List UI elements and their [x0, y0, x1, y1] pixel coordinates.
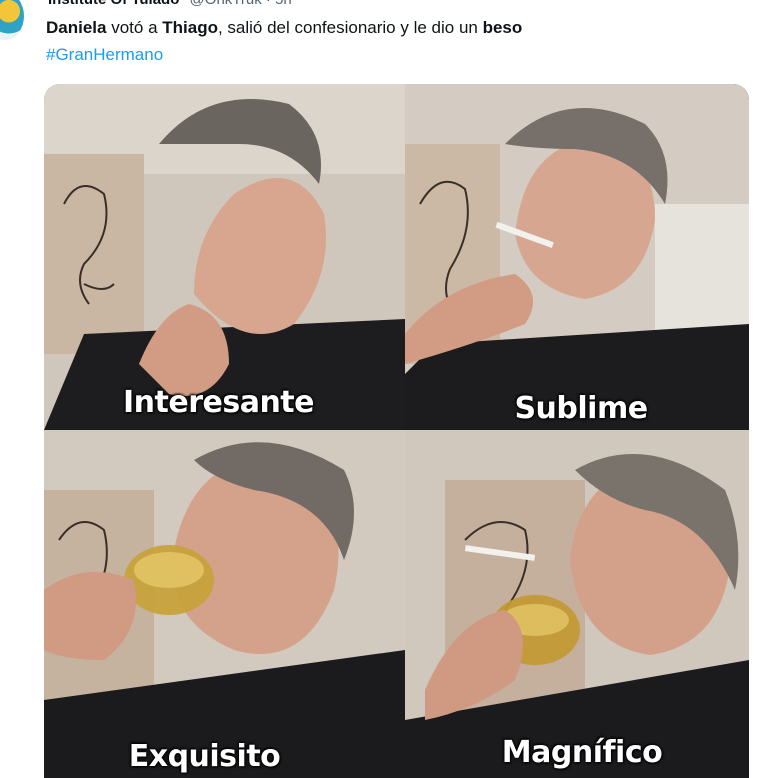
meme-caption-1: Interesante: [123, 385, 315, 420]
author-avatar[interactable]: [0, 0, 24, 40]
tweet-text-part-4: , salió del confesionario y le dio un: [217, 18, 483, 37]
meme-caption-4: Magnífico: [501, 735, 663, 770]
tweet-text-part-2: votó a: [106, 18, 163, 37]
meme-panel-4[interactable]: Magnífico: [405, 430, 749, 778]
hashtag-link[interactable]: #GranHermano: [46, 45, 163, 64]
tweet-header: Institute Of Tulado @OnkTruk · 5h: [48, 0, 292, 8]
meme-panel-1[interactable]: Interesante: [44, 84, 405, 430]
tweet-text-bold-3: Thiago: [162, 18, 218, 37]
meme-caption-3: Exquisito: [128, 739, 281, 774]
tweet-text: Daniela votó a Thiago, salió del confesi…: [46, 14, 746, 68]
tweet-text-bold-5: beso: [482, 18, 523, 37]
meme-image-1: [44, 84, 405, 430]
meme-image-3: [44, 430, 405, 778]
author-name[interactable]: Institute Of Tulado: [48, 0, 179, 8]
meme-panel-2[interactable]: Sublime: [405, 84, 749, 430]
tweet-text-bold-1: Daniela: [46, 18, 107, 37]
meme-image-2: [405, 84, 749, 430]
author-handle[interactable]: @OnkTruk · 5h: [190, 0, 292, 8]
meme-caption-2: Sublime: [514, 391, 648, 426]
meme-panel-3[interactable]: Exquisito: [44, 430, 405, 778]
tweet-media-grid[interactable]: Interesante Sublime Exquisito Magnífico: [44, 84, 749, 778]
meme-image-4: [405, 430, 749, 778]
